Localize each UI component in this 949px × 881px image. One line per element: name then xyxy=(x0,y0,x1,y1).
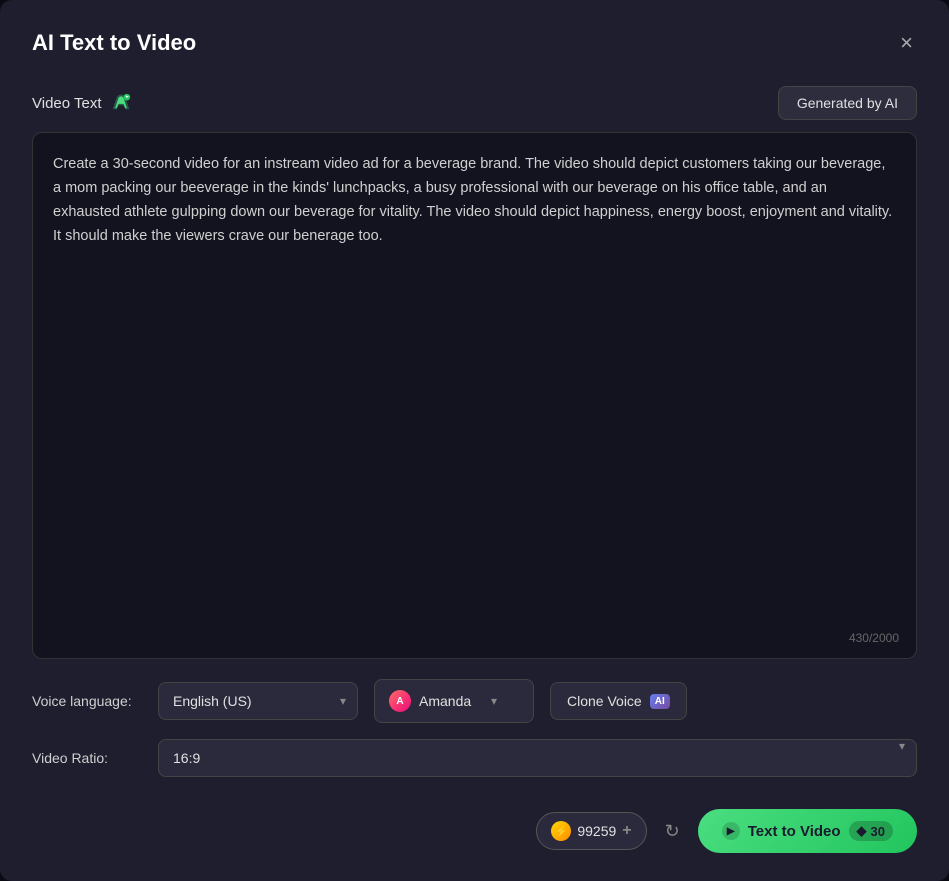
video-ratio-select[interactable]: 16:9 9:16 1:1 4:3 xyxy=(158,739,917,777)
video-ratio-row: Video Ratio: 16:9 9:16 1:1 4:3 ▾ xyxy=(32,739,917,777)
textarea-section: 430/2000 xyxy=(32,132,917,679)
text-to-video-button[interactable]: ▶ Text to Video ◆ 30 xyxy=(698,809,917,853)
video-text-input[interactable] xyxy=(32,132,917,659)
clone-voice-button[interactable]: Clone Voice AI xyxy=(550,682,687,720)
voice-language-select[interactable]: English (US) English (UK) Spanish French xyxy=(158,682,358,720)
diamond-icon: ◆ xyxy=(857,823,867,839)
ai-edit-icon xyxy=(110,92,132,114)
modal-header: AI Text to Video × xyxy=(32,28,917,58)
refresh-button[interactable]: ↻ xyxy=(659,815,686,848)
clone-voice-label: Clone Voice xyxy=(567,693,642,709)
text-to-video-label: Text to Video xyxy=(748,823,841,840)
voice-chevron-icon: ▾ xyxy=(491,694,497,708)
video-btn-icon: ▶ xyxy=(722,822,740,840)
ai-text-to-video-modal: AI Text to Video × Video Text Generated … xyxy=(0,0,949,881)
add-credits-button[interactable]: + xyxy=(622,822,631,840)
voice-name: Amanda xyxy=(419,693,483,709)
generated-by-ai-button[interactable]: Generated by AI xyxy=(778,86,917,120)
ai-badge: AI xyxy=(650,694,670,709)
video-text-section-header: Video Text Generated by AI xyxy=(32,86,917,120)
credits-widget: ⚡ 99259 + xyxy=(536,812,646,850)
voice-selector[interactable]: A Amanda ▾ xyxy=(374,679,534,723)
voice-language-label: Voice language: xyxy=(32,693,142,709)
cost-amount: 30 xyxy=(871,824,885,839)
cost-badge: ◆ 30 xyxy=(849,821,893,841)
credits-amount: 99259 xyxy=(577,823,616,839)
voice-controls-row: Voice language: English (US) English (UK… xyxy=(32,679,917,723)
textarea-wrapper: 430/2000 xyxy=(32,132,917,659)
voice-avatar: A xyxy=(389,690,411,712)
video-text-label: Video Text xyxy=(32,92,132,114)
video-ratio-label: Video Ratio: xyxy=(32,750,142,766)
close-button[interactable]: × xyxy=(896,28,917,58)
language-select-wrapper: English (US) English (UK) Spanish French… xyxy=(158,682,358,720)
refresh-icon: ↻ xyxy=(665,821,680,841)
credits-icon: ⚡ xyxy=(551,821,571,841)
modal-title: AI Text to Video xyxy=(32,30,196,56)
footer-row: ⚡ 99259 + ↻ ▶ Text to Video ◆ 30 xyxy=(32,809,917,853)
ratio-select-wrapper: 16:9 9:16 1:1 4:3 ▾ xyxy=(158,739,917,777)
